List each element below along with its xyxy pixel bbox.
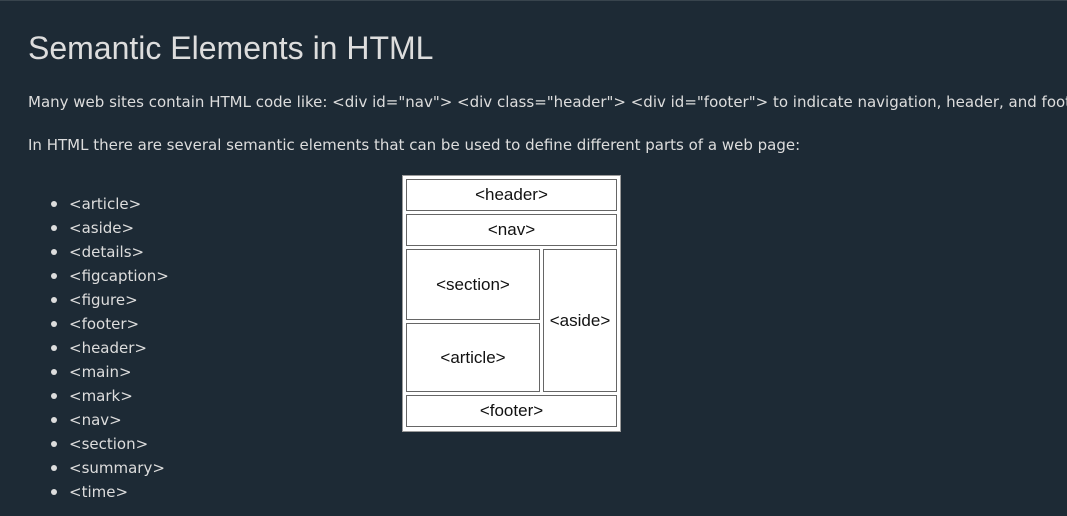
list-item-figcaption: <figcaption> (51, 264, 169, 288)
list-item-details: <details> (51, 240, 169, 264)
list-item-time: <time> (51, 480, 169, 504)
list-item-footer: <footer> (51, 312, 169, 336)
page: { "page": { "title": "Semantic Elements … (0, 0, 1067, 516)
diagram-article-box: <article> (406, 323, 540, 392)
list-item-section: <section> (51, 432, 169, 456)
list-item-figure: <figure> (51, 288, 169, 312)
list-item-summary: <summary> (51, 456, 169, 480)
diagram-nav-box: <nav> (406, 214, 617, 246)
page-title: Semantic Elements in HTML (28, 30, 434, 66)
list-item-mark: <mark> (51, 384, 169, 408)
diagram-header-box: <header> (406, 179, 617, 211)
semantic-layout-diagram: <header> <nav> <section> <article> <asid… (402, 175, 621, 432)
diagram-section-box: <section> (406, 249, 540, 320)
list-item-main: <main> (51, 360, 169, 384)
semantic-element-list: <article> <aside> <details> <figcaption>… (28, 192, 169, 504)
diagram-aside-box: <aside> (543, 249, 617, 392)
list-item-nav: <nav> (51, 408, 169, 432)
diagram-footer-box: <footer> (406, 395, 617, 427)
list-item-article: <article> (51, 192, 169, 216)
semantic-intro-paragraph: In HTML there are several semantic eleme… (28, 136, 801, 154)
list-item-header: <header> (51, 336, 169, 360)
intro-paragraph: Many web sites contain HTML code like: <… (28, 93, 1067, 111)
list-item-aside: <aside> (51, 216, 169, 240)
